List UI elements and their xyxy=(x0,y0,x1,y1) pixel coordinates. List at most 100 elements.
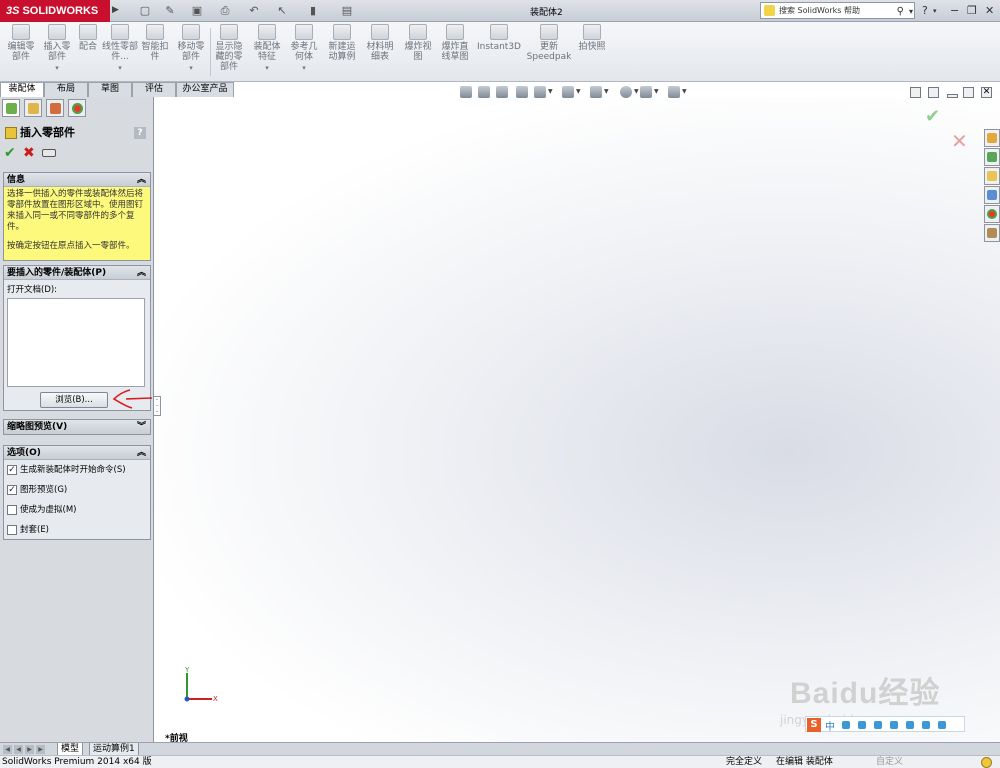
edit-appearance-icon[interactable] xyxy=(620,86,632,98)
ime-mode-label[interactable]: 中 xyxy=(825,718,835,733)
help-search-input[interactable]: 搜索 SolidWorks 帮助 ⚲ ▾ xyxy=(760,2,915,19)
edit-component-button[interactable]: 编辑零部件 xyxy=(4,24,38,80)
ok-icon[interactable]: ✔ xyxy=(4,145,16,161)
search-icon[interactable]: ⚲ xyxy=(897,4,904,19)
help-button[interactable]: ? xyxy=(922,4,928,17)
custom-properties-icon[interactable] xyxy=(984,224,1000,242)
tab-sketch[interactable]: 草图 xyxy=(88,82,132,97)
collapse-icon[interactable]: ︽ xyxy=(137,446,146,460)
view-settings-icon[interactable] xyxy=(668,86,680,98)
checkbox[interactable] xyxy=(7,525,17,535)
option-start-command[interactable]: ✓ 生成新装配体时开始命令(S) xyxy=(4,460,150,480)
tab-evaluate[interactable]: 评估 xyxy=(132,82,176,97)
tab-layout[interactable]: 布局 xyxy=(44,82,88,97)
punctuation-icon[interactable] xyxy=(842,721,850,729)
chevron-down-icon[interactable]: ▾ xyxy=(909,4,913,19)
select-icon[interactable]: ↖ xyxy=(275,4,289,18)
minimize-icon[interactable] xyxy=(947,94,958,98)
options-icon[interactable]: ▤ xyxy=(340,4,354,18)
options-group-header[interactable]: 选项(O) ︽ xyxy=(4,446,150,460)
open-documents-list[interactable] xyxy=(7,298,145,387)
insert-component-button[interactable]: 插入零部件 ▾ xyxy=(40,24,74,80)
restore-icon[interactable] xyxy=(963,87,974,98)
chevron-down-icon[interactable]: ▼ xyxy=(682,88,687,95)
move-component-button[interactable]: 移动零部件 ▾ xyxy=(174,24,208,80)
display-manager-tab[interactable] xyxy=(68,99,86,117)
home-icon[interactable] xyxy=(984,129,1000,147)
close-icon[interactable]: ✕ xyxy=(981,87,992,98)
confirm-ok-icon[interactable]: ✔ xyxy=(925,106,940,127)
option-graphics-preview[interactable]: ✓ 图形预览(G) xyxy=(4,480,150,500)
update-speedpak-button[interactable]: 更新Speedpak xyxy=(526,24,572,80)
feature-tree-tab[interactable] xyxy=(2,99,20,117)
menu-icon[interactable] xyxy=(938,721,946,729)
help-dropdown-icon[interactable]: ▾ xyxy=(933,7,937,15)
checkbox[interactable]: ✓ xyxy=(7,485,17,495)
solidworks-logo[interactable]: 3S SOLIDWORKS xyxy=(0,0,110,22)
assembly-features-button[interactable]: 装配体特征 ▾ xyxy=(250,24,284,80)
mate-button[interactable]: 配合 xyxy=(76,24,100,80)
instant3d-button[interactable]: Instant3D xyxy=(476,24,522,80)
voice-icon[interactable] xyxy=(874,721,882,729)
emoji-icon[interactable] xyxy=(858,721,866,729)
message-group-header[interactable]: 信息 ︽ xyxy=(4,173,150,187)
minimize-icon[interactable]: − xyxy=(950,4,959,17)
apply-scene-icon[interactable] xyxy=(640,86,652,98)
previous-tab-icon[interactable]: ◀ xyxy=(14,745,23,754)
view-orientation-icon[interactable] xyxy=(534,86,546,98)
zoom-to-fit-icon[interactable] xyxy=(460,86,472,98)
design-library-icon[interactable] xyxy=(984,148,1000,166)
bill-of-materials-button[interactable]: 材料明细表 xyxy=(363,24,397,80)
show-hidden-components-button[interactable]: 显示隐藏的零部件 xyxy=(212,24,246,80)
cancel-icon[interactable]: ✖ xyxy=(23,145,35,161)
option-envelope[interactable]: 封套(E) xyxy=(4,520,150,540)
chevron-down-icon[interactable]: ▼ xyxy=(576,88,581,95)
chevron-down-icon[interactable]: ▼ xyxy=(604,88,609,95)
display-style-icon[interactable] xyxy=(562,86,574,98)
tile-icon[interactable] xyxy=(910,87,921,98)
hide-show-items-icon[interactable] xyxy=(590,86,602,98)
checkbox[interactable]: ✓ xyxy=(7,465,17,475)
next-tab-icon[interactable]: ▶ xyxy=(25,745,34,754)
close-icon[interactable]: ✕ xyxy=(985,4,994,17)
explode-line-sketch-button[interactable]: 爆炸直线草图 xyxy=(438,24,472,80)
previous-view-icon[interactable] xyxy=(496,86,508,98)
first-tab-icon[interactable]: ◀ xyxy=(3,745,12,754)
property-manager-tab[interactable] xyxy=(24,99,42,117)
tools-icon[interactable] xyxy=(922,721,930,729)
ime-toolbar[interactable]: S 中 xyxy=(805,716,965,733)
view-palette-icon[interactable] xyxy=(984,186,1000,204)
checkbox[interactable] xyxy=(7,505,17,515)
collapse-icon[interactable]: ︽ xyxy=(137,173,146,187)
open-icon[interactable]: ✎ xyxy=(163,4,177,18)
pushpin-icon[interactable] xyxy=(42,149,56,157)
menu-arrow-icon[interactable]: ▶ xyxy=(112,5,119,15)
appearances-icon[interactable] xyxy=(984,205,1000,223)
browse-button[interactable]: 浏览(B)... xyxy=(40,392,108,408)
tab-office-products[interactable]: 办公室产品 xyxy=(176,82,234,97)
zoom-to-area-icon[interactable] xyxy=(478,86,490,98)
graphics-area[interactable] xyxy=(155,97,1000,742)
new-motion-study-button[interactable]: 新建运动算例 xyxy=(325,24,359,80)
sogou-ime-icon[interactable]: S xyxy=(807,718,821,732)
new-icon[interactable]: ▢ xyxy=(138,4,152,18)
take-snapshot-button[interactable]: 拍快照 xyxy=(575,24,609,80)
smart-fasteners-button[interactable]: 智能扣件 xyxy=(140,24,170,80)
chevron-down-icon[interactable]: ▼ xyxy=(654,88,659,95)
option-make-virtual[interactable]: 使成为虚拟(M) xyxy=(4,500,150,520)
file-explorer-icon[interactable] xyxy=(984,167,1000,185)
chevron-down-icon[interactable]: ▼ xyxy=(548,88,553,95)
cascade-icon[interactable] xyxy=(928,87,939,98)
tab-assembly[interactable]: 装配体 xyxy=(0,82,44,97)
quick-tips-icon[interactable] xyxy=(981,757,992,768)
skin-icon[interactable] xyxy=(906,721,914,729)
section-view-icon[interactable] xyxy=(516,86,528,98)
linear-pattern-button[interactable]: 线性零部件... ▾ xyxy=(102,24,138,80)
units-status[interactable]: 自定义 xyxy=(876,756,903,768)
collapse-icon[interactable]: ︽ xyxy=(137,266,146,280)
confirm-cancel-icon[interactable]: ✕ xyxy=(951,129,968,153)
exploded-view-button[interactable]: 爆炸视图 xyxy=(401,24,435,80)
help-button[interactable]: ? xyxy=(134,127,146,139)
keyboard-icon[interactable] xyxy=(890,721,898,729)
chevron-down-icon[interactable]: ▼ xyxy=(634,88,639,95)
